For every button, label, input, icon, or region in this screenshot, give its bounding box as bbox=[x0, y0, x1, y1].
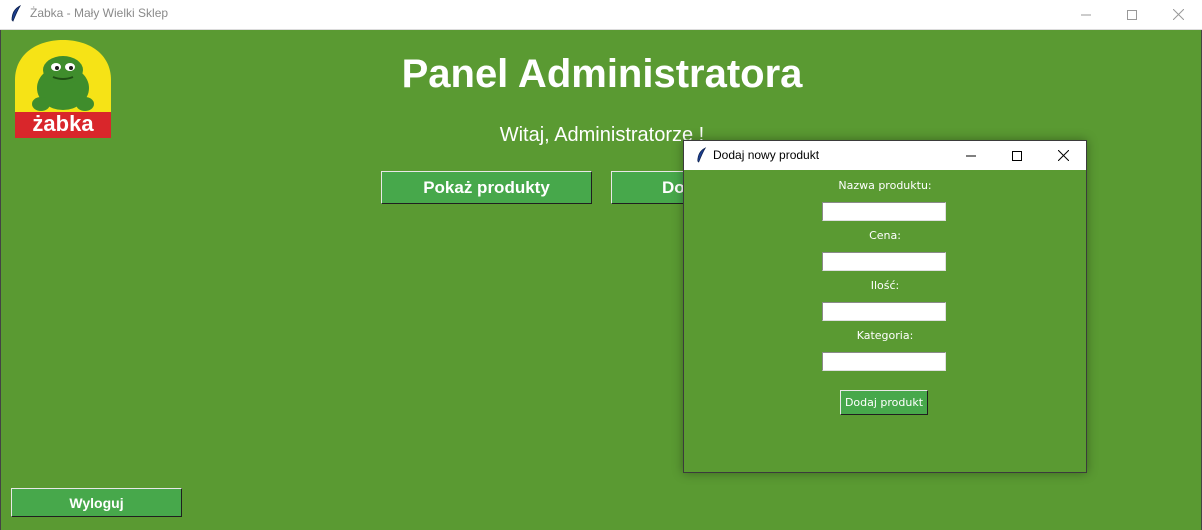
add-product-dialog: Dodaj nowy produkt Nazwa produktu: Cena:… bbox=[683, 140, 1087, 473]
quantity-label: Ilość: bbox=[870, 279, 900, 292]
minimize-button[interactable] bbox=[1063, 0, 1109, 29]
close-button[interactable] bbox=[1155, 0, 1201, 29]
product-name-label: Nazwa produktu: bbox=[838, 179, 932, 192]
window-titlebar: Żabka - Mały Wielki Sklep bbox=[0, 0, 1202, 30]
maximize-icon bbox=[1127, 9, 1137, 20]
category-label: Kategoria: bbox=[856, 329, 914, 342]
page-title: Panel Administratora bbox=[401, 52, 803, 96]
dialog-titlebar: Dodaj nowy produkt bbox=[684, 141, 1086, 170]
dialog-minimize-button[interactable] bbox=[948, 141, 994, 170]
dialog-maximize-button[interactable] bbox=[994, 141, 1040, 170]
product-name-input[interactable] bbox=[822, 202, 946, 221]
logout-button[interactable]: Wyloguj bbox=[11, 488, 182, 517]
feather-icon bbox=[11, 5, 22, 22]
feather-icon bbox=[697, 147, 707, 163]
dialog-title: Dodaj nowy produkt bbox=[713, 148, 820, 162]
price-input[interactable] bbox=[822, 252, 946, 271]
window-title: Żabka - Mały Wielki Sklep bbox=[30, 6, 169, 20]
dialog-close-button[interactable] bbox=[1040, 141, 1086, 170]
price-label: Cena: bbox=[869, 229, 901, 242]
minimize-icon bbox=[966, 155, 976, 156]
maximize-button[interactable] bbox=[1109, 0, 1155, 29]
show-products-button[interactable]: Pokaż produkty bbox=[381, 171, 592, 204]
quantity-input[interactable] bbox=[822, 302, 946, 321]
close-icon bbox=[1172, 9, 1184, 20]
minimize-icon bbox=[1081, 14, 1091, 15]
maximize-icon bbox=[1012, 150, 1022, 161]
category-input[interactable] bbox=[822, 352, 946, 371]
close-icon bbox=[1057, 150, 1069, 161]
submit-product-button[interactable]: Dodaj produkt bbox=[840, 390, 928, 415]
